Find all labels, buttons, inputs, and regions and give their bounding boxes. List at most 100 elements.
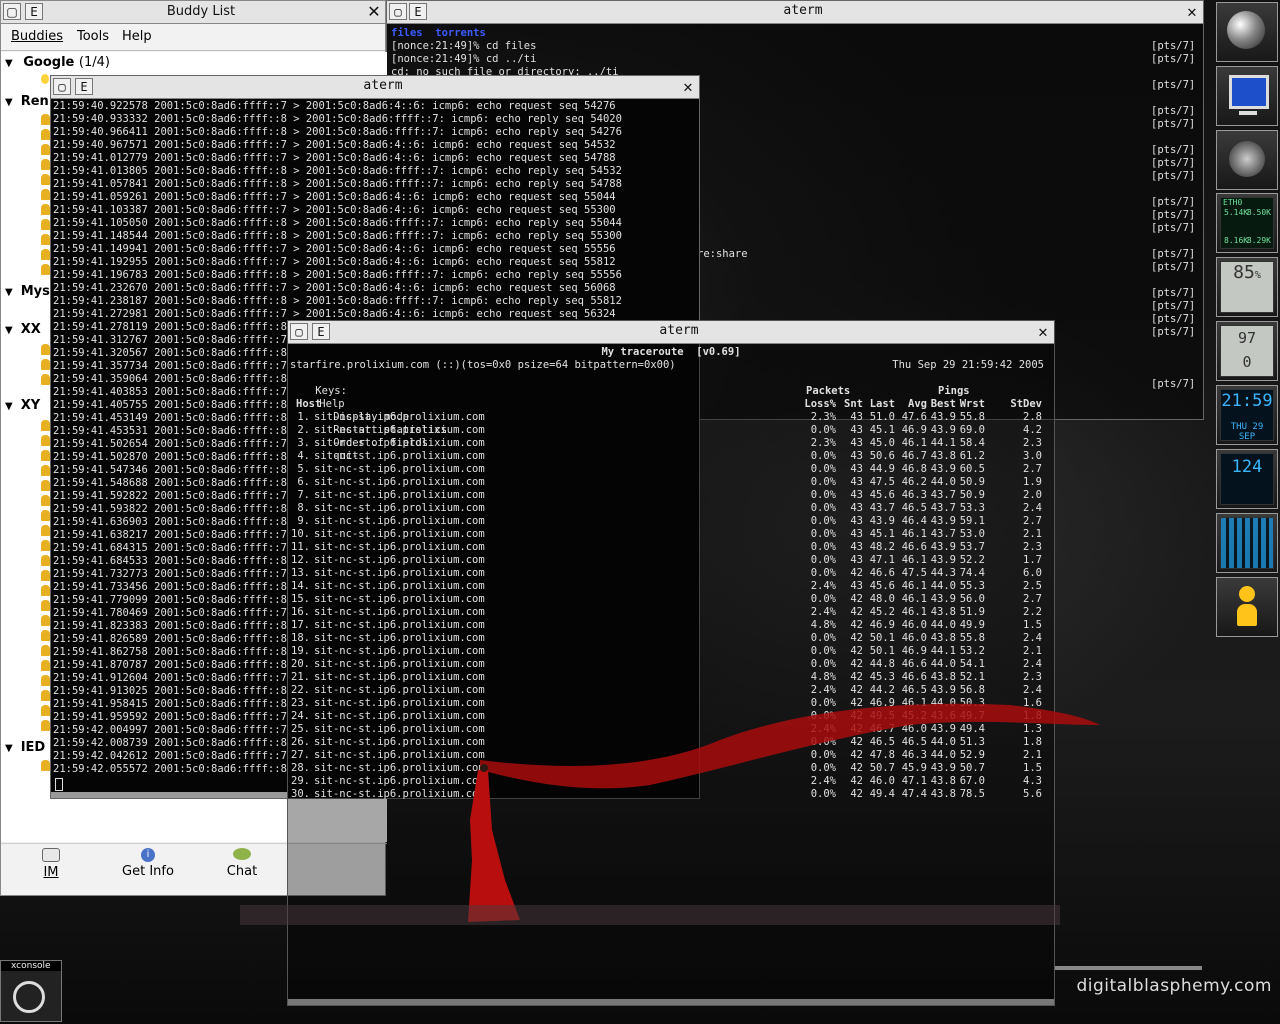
hop-cell: 43: [850, 515, 863, 527]
mtr-hop-row: 30. sit-nc-st.ip6.prolixium.com 0.0% 42 49.4…: [288, 788, 1054, 801]
hop-cell: 22.: [291, 684, 310, 696]
im-button[interactable]: IM: [31, 848, 71, 880]
dump-line: 21:59:40.966411 2001:5c0:8ad6:ffff::8 > …: [53, 126, 622, 138]
group-google[interactable]: ▼ Google (1/4): [5, 55, 110, 70]
expander-icon[interactable]: ▼: [5, 287, 13, 298]
horizontal-scrollbar[interactable]: [51, 792, 287, 798]
hop-cell: 2.5: [1023, 580, 1042, 592]
hop-cell: 1.3: [1023, 723, 1042, 735]
dock-monitor-app[interactable]: [1216, 66, 1278, 126]
hop-cell: 49.7: [959, 710, 985, 722]
aterm-dump-titlebar[interactable]: ▢ E aterm ✕: [51, 76, 699, 99]
expander-icon[interactable]: ▼: [5, 325, 13, 336]
hop-cell: 1.5: [1023, 619, 1042, 631]
hop-cell: 46.3: [901, 489, 927, 501]
window-menu-icon[interactable]: ▢: [53, 78, 71, 95]
dock-cpu-monitor[interactable]: 85%: [1216, 257, 1278, 317]
close-icon[interactable]: ✕: [1183, 3, 1201, 20]
dock-gaim-app[interactable]: [1216, 577, 1278, 637]
hop-cell: 43.8: [930, 606, 956, 618]
dock-clock[interactable]: 21:59 THU 29 SEP: [1216, 385, 1278, 445]
buddy-status-icon: [41, 114, 50, 125]
aterm-mtr-titlebar[interactable]: ▢ E aterm ✕: [288, 321, 1054, 344]
close-icon[interactable]: ✕: [365, 3, 383, 20]
hop-cell: 47.5: [901, 567, 927, 579]
dock-grid-app[interactable]: [1216, 513, 1278, 573]
group-row[interactable]: ▼ Mys: [5, 284, 50, 299]
group-row[interactable]: ▼ XY: [5, 398, 40, 413]
aterm-back-titlebar[interactable]: ▢ E aterm ✕: [387, 1, 1203, 24]
hop-cell: 3.: [297, 437, 310, 449]
group-name: Google: [23, 55, 75, 70]
buddy-list-titlebar[interactable]: ▢ E Buddy List ✕: [1, 1, 385, 24]
hop-cell: 46.1: [901, 697, 927, 709]
dump-line: 21:59:41.105050 2001:5c0:8ad6:ffff::8 > …: [53, 217, 622, 229]
dock-logo-app[interactable]: [1216, 2, 1278, 62]
hop-cell: 4.2: [1023, 424, 1042, 436]
dump-line: 21:59:41.196783 2001:5c0:8ad6:ffff::8 > …: [53, 269, 622, 281]
expander-icon[interactable]: ▼: [5, 743, 13, 754]
cpu-value: 85: [1233, 262, 1255, 283]
mtr-datetime: Thu Sep 29 21:59:42 2005: [892, 359, 1044, 371]
window-title: aterm: [783, 3, 823, 18]
mtr-hop-row: 11. sit-nc-st.ip6.prolixium.com 0.0% 43 48.2…: [288, 541, 1054, 554]
window-title: Buddy List: [166, 4, 236, 19]
window-menu-icon[interactable]: ▢: [389, 3, 407, 20]
close-icon[interactable]: ✕: [1034, 323, 1052, 340]
window-e-icon[interactable]: E: [409, 3, 427, 20]
column-header: Host: [296, 398, 322, 410]
expander-icon[interactable]: ▼: [5, 401, 13, 412]
net-interface-label: ETH0: [1223, 198, 1243, 207]
hop-cell: 46.5: [901, 736, 927, 748]
hop-cell: 13.: [291, 567, 310, 579]
chat-button[interactable]: Chat: [219, 848, 265, 879]
expander-icon[interactable]: ▼: [5, 97, 13, 108]
pts-label: [pts/7]: [1151, 300, 1196, 312]
mtr-hop-row: 23. sit-nc-st.ip6.prolixium.com 0.0% 42 46.9…: [288, 697, 1054, 710]
dock-mail[interactable]: 124: [1216, 449, 1278, 509]
keys-label: Keys:: [315, 385, 347, 397]
wallpaper-bar: [1055, 966, 1202, 970]
hop-cell: 26.: [291, 736, 310, 748]
xconsole-icon-window[interactable]: xconsole: [0, 960, 62, 1022]
terminal-fragment: re:share: [697, 248, 748, 260]
buddy-status-icon: [41, 465, 50, 476]
mtr-hop-row: 27. sit-nc-st.ip6.prolixium.com 0.0% 42 47.8…: [288, 749, 1054, 762]
mtr-hop-row: 7. sit-nc-st.ip6.prolixium.com 0.0% 43 45.6 4…: [288, 489, 1054, 502]
aterm-mtr-window[interactable]: ▢ E aterm ✕ My traceroute [v0.69] starfi…: [287, 320, 1055, 1006]
pts-label: [pts/7]: [1151, 378, 1196, 390]
window-menu-icon[interactable]: ▢: [290, 323, 308, 340]
hop-cell: 43.8: [930, 671, 956, 683]
menu-tools[interactable]: Tools: [77, 29, 109, 44]
expander-icon[interactable]: ▼: [5, 58, 13, 69]
group-row[interactable]: ▼ Ren: [5, 94, 49, 109]
dock-net-monitor[interactable]: ETH0 5.14K 8.50K 8.16K 8.29K: [1216, 193, 1278, 253]
hop-cell: 24.: [291, 710, 310, 722]
window-menu-icon[interactable]: ▢: [3, 3, 21, 20]
hop-cell: 42: [850, 567, 863, 579]
buddy-status-icon: [41, 219, 50, 230]
hop-cell: 55.3: [959, 580, 985, 592]
terminal-line: [nonce:21:49]% cd files: [391, 40, 537, 52]
dock-tools-app[interactable]: [1216, 130, 1278, 190]
group-row[interactable]: ▼ XX: [5, 322, 41, 337]
hop-cell: 7.: [297, 489, 310, 501]
menu-buddies[interactable]: Buddies: [11, 29, 63, 44]
hop-cell: 2.1: [1023, 528, 1042, 540]
hop-cell: 48.0: [869, 593, 895, 605]
clock-time: 21:59: [1221, 391, 1273, 411]
dock-mem-monitor[interactable]: 97 0: [1216, 321, 1278, 381]
close-icon[interactable]: ✕: [679, 78, 697, 95]
hop-cell: 2.4: [1023, 684, 1042, 696]
hop-cell: 78.5: [959, 788, 985, 800]
hop-cell: sit-nc-st.ip6.prolixium.com: [314, 697, 485, 709]
cpu-unit: %: [1254, 270, 1261, 281]
dump-line: 21:59:40.933332 2001:5c0:8ad6:ffff::8 > …: [53, 113, 622, 125]
hop-cell: 45.1: [869, 424, 895, 436]
get-info-button[interactable]: i Get Info: [113, 848, 183, 879]
group-row[interactable]: ▼ IED: [5, 740, 45, 755]
menu-help[interactable]: Help: [122, 29, 152, 44]
pts-label: [pts/7]: [1151, 53, 1196, 65]
horizontal-scrollbar[interactable]: [288, 999, 1054, 1005]
hop-cell: 0.0%: [810, 710, 836, 722]
